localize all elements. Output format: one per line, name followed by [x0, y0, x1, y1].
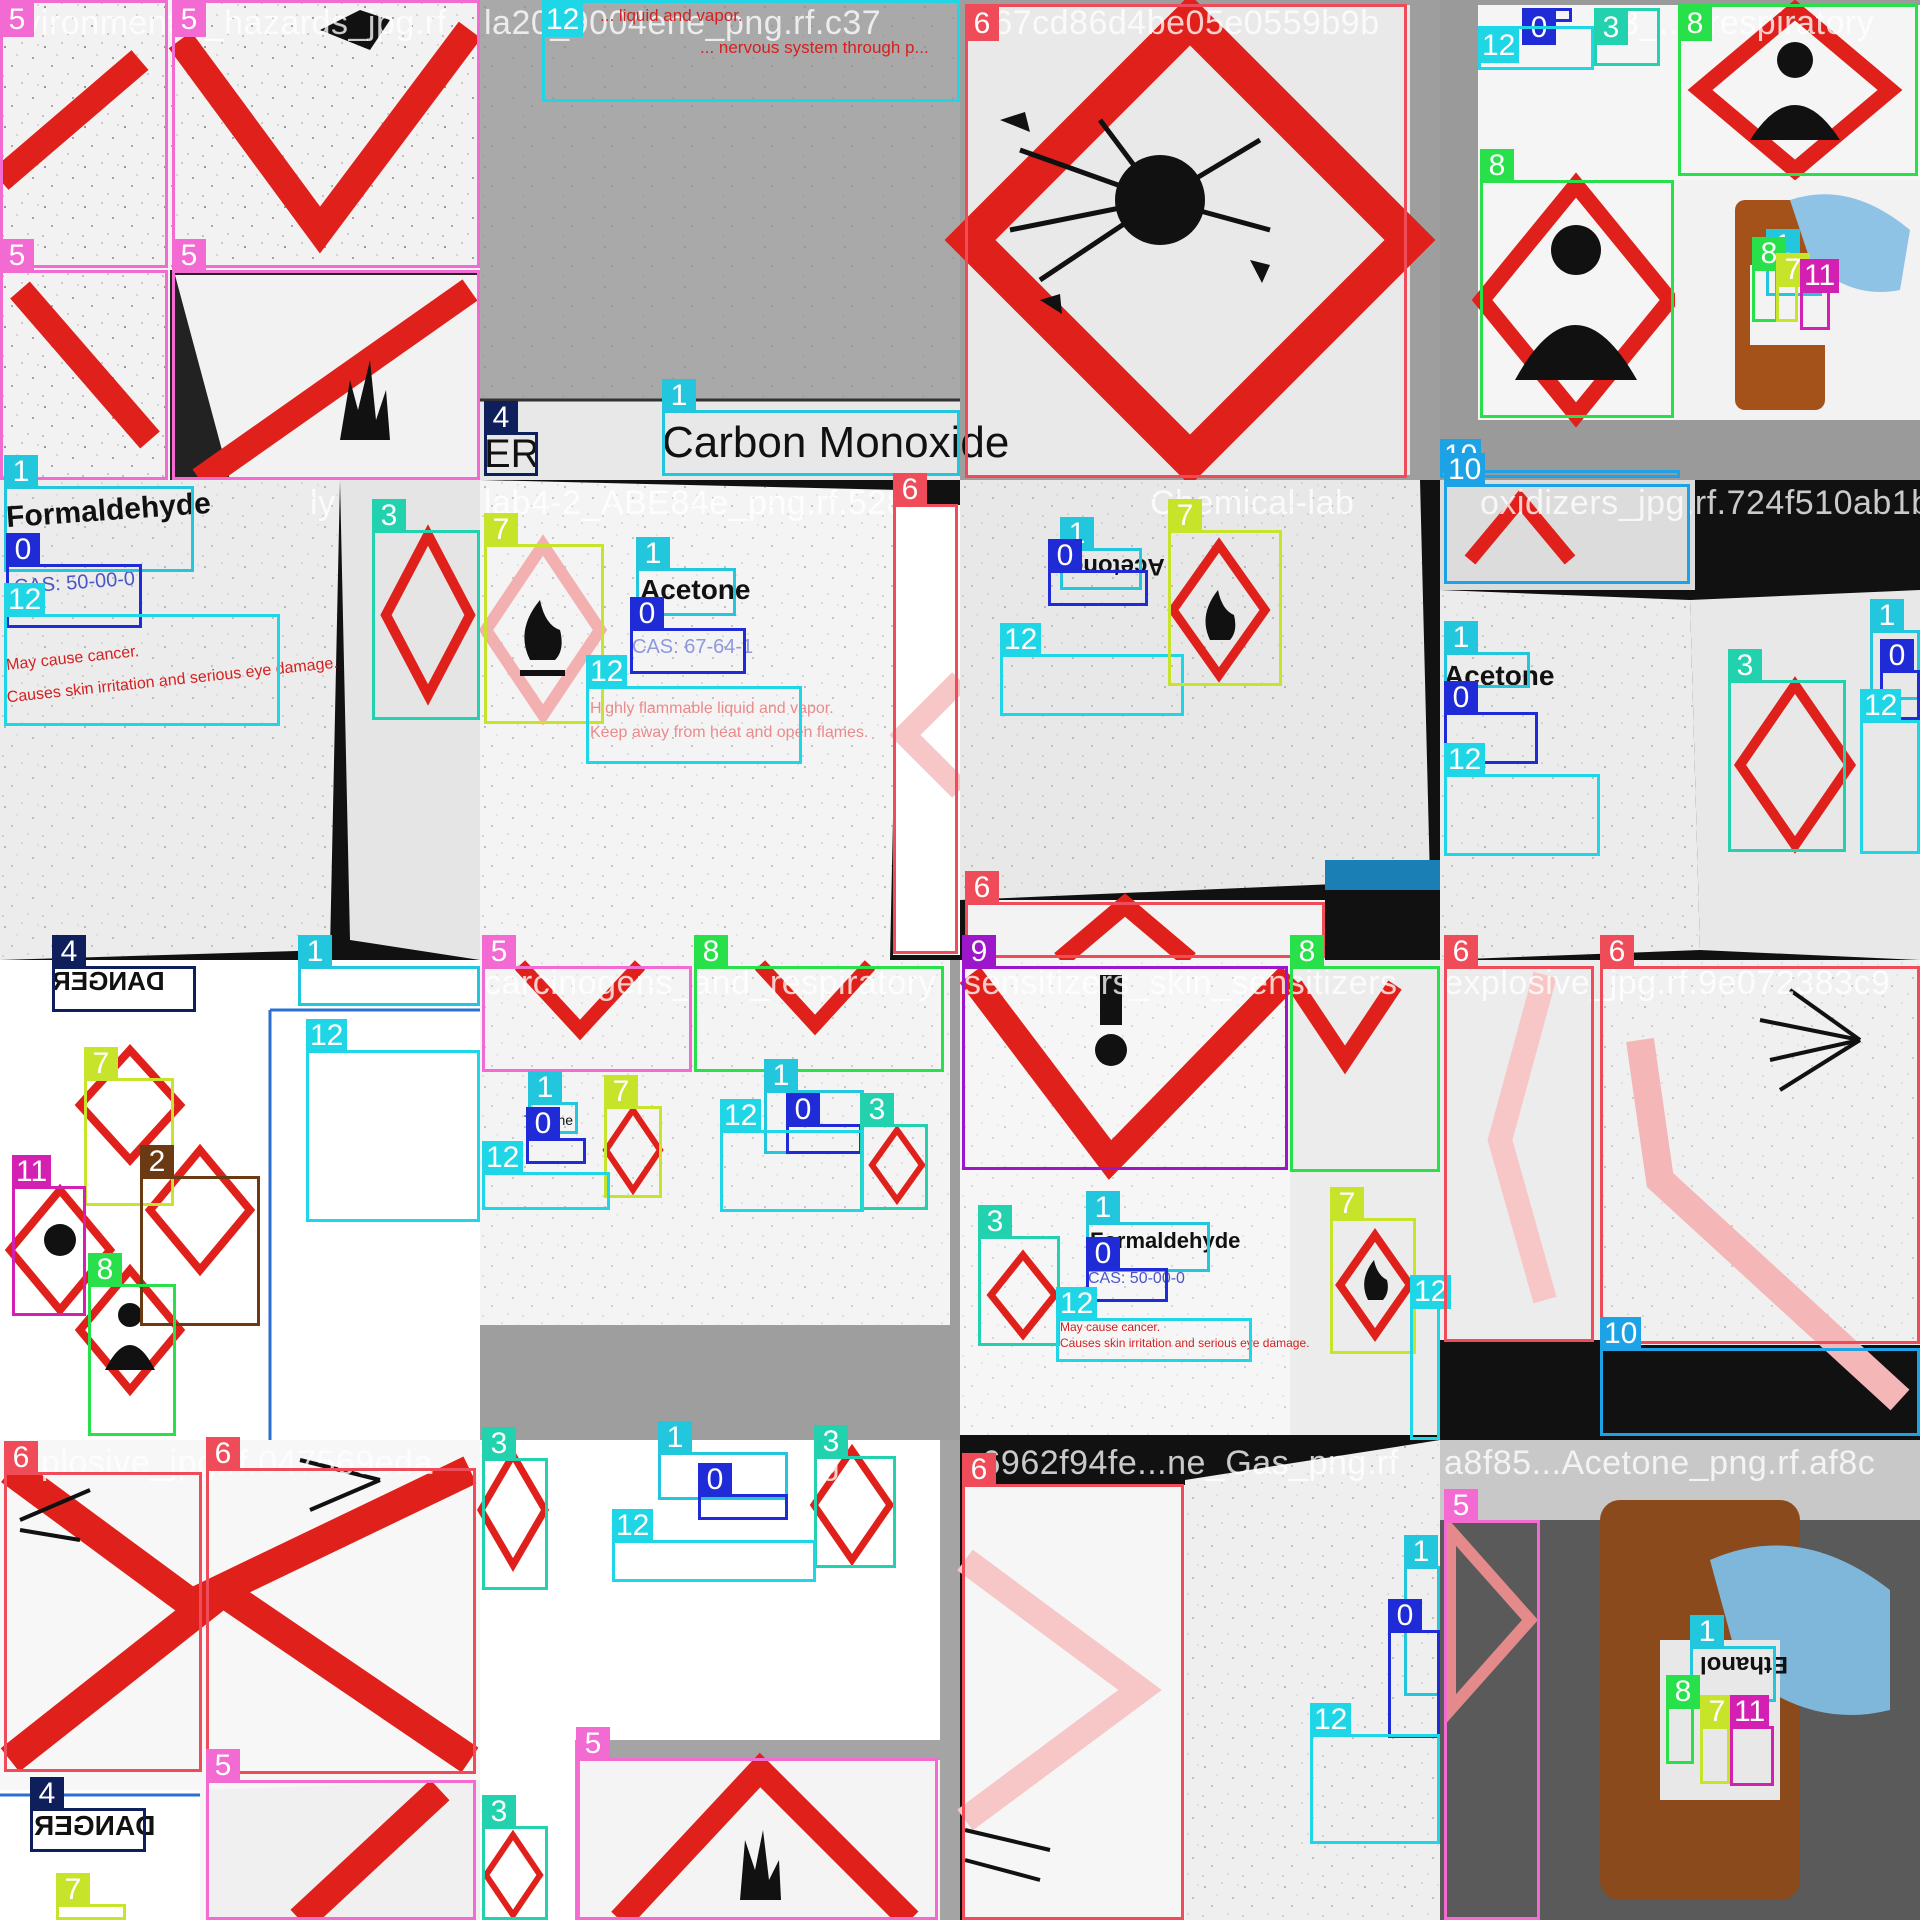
tile-explosive-big: [944, 0, 1440, 486]
tile-screenshot: [0, 960, 480, 1440]
detection-mosaic: nvironmental_hazards_jpg.rf la20_9004ene…: [0, 0, 1920, 1920]
mosaic-background: [0, 0, 1920, 1920]
tile-explosive-2: [1440, 960, 1920, 1440]
tile-environmental: [0, 0, 482, 491]
tile-acetone-2: [960, 480, 1440, 967]
tile-formaldehyde-2: [476, 1440, 960, 1920]
tile-respiratory: [1440, 0, 1920, 480]
tile-formaldehyde-1: [0, 480, 480, 960]
tile-oxidizers: [1440, 480, 1920, 960]
tile-carbon-monoxide: [480, 0, 960, 480]
tile-acetone-bottle: [1440, 1440, 1920, 1920]
tile-explosive-3: [0, 1440, 480, 1920]
tile-ethylene-gas: [957, 1440, 1440, 1920]
tile-acetone-1: [478, 480, 968, 960]
tile-sensitizers: [959, 960, 1440, 1440]
tile-carcinogens: [480, 960, 960, 1440]
